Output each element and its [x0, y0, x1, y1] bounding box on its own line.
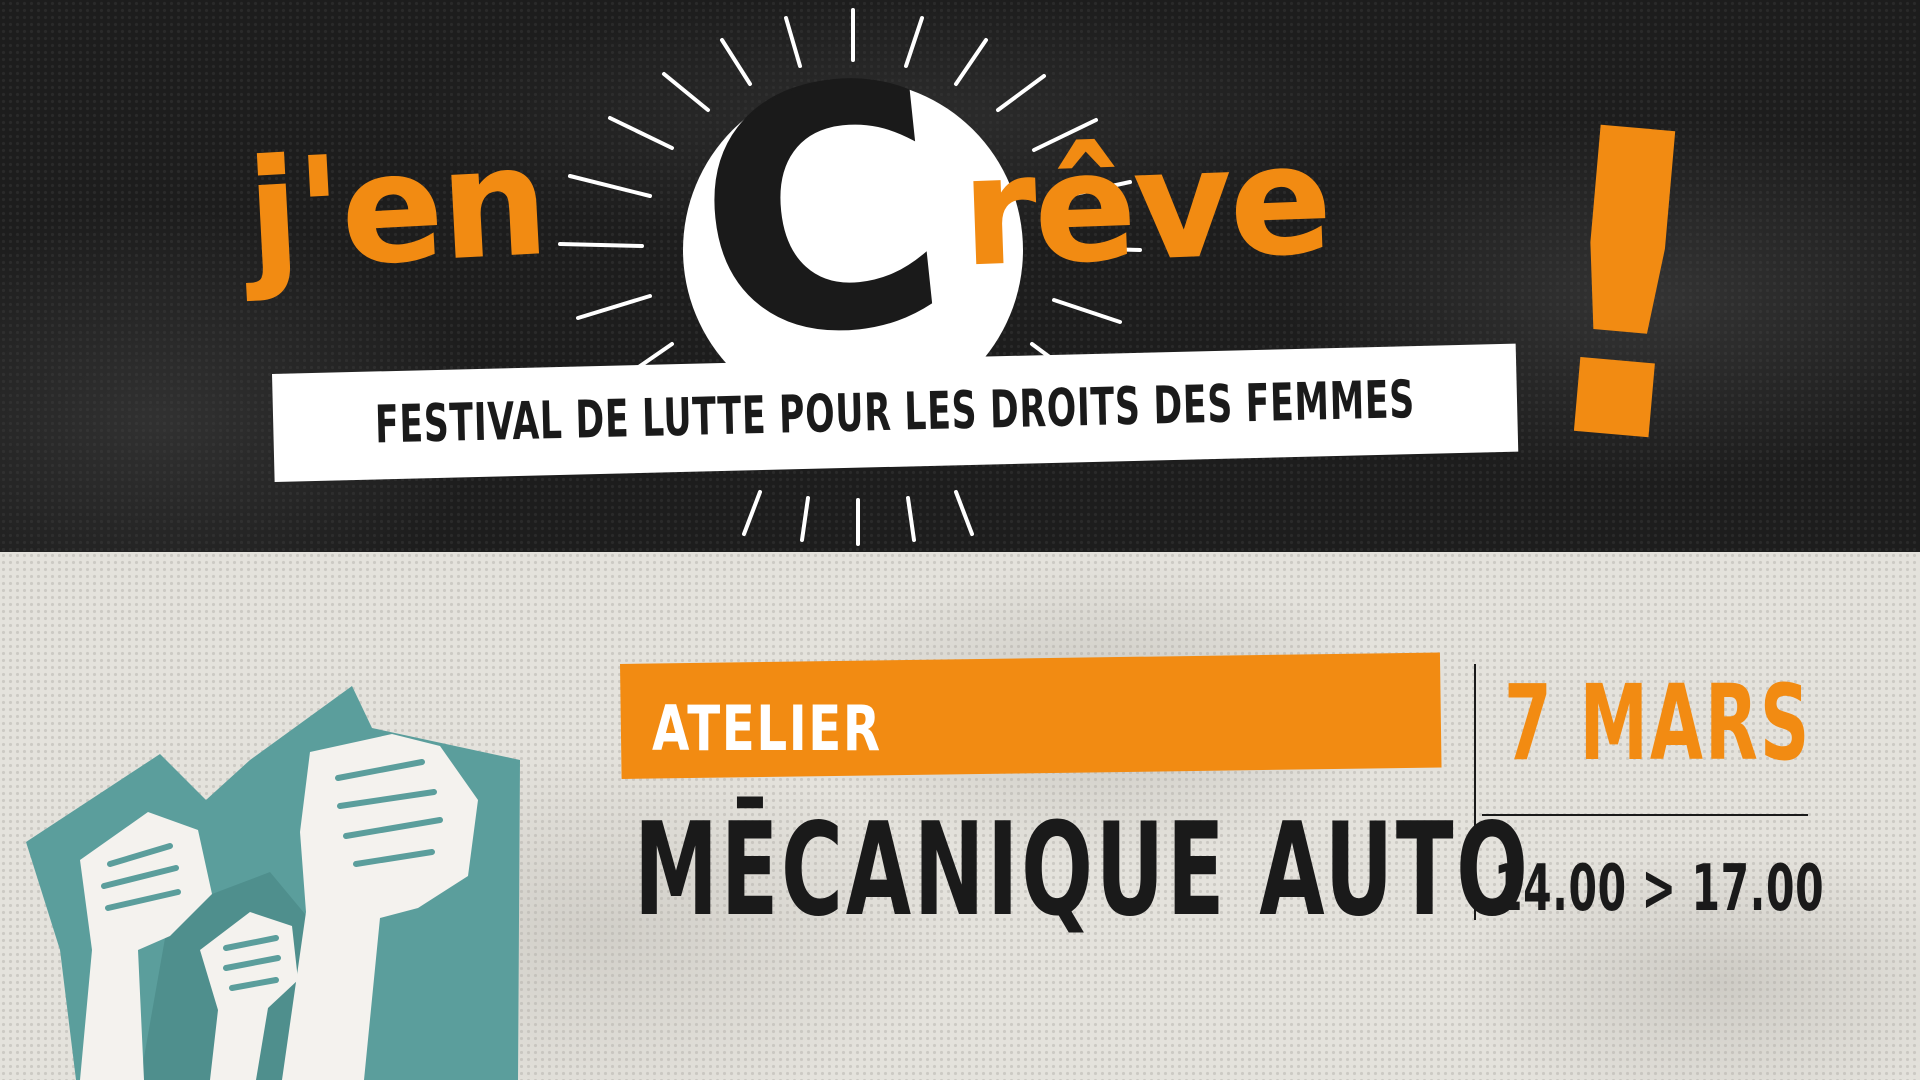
logo-exclamation: !	[1507, 37, 1741, 542]
subtitle-text: FESTIVAL DE LUTTE POUR LES DROITS DES FE…	[374, 370, 1416, 456]
event-time: 14.00 > 17.00	[1494, 852, 1825, 926]
logo-text-right: rêve	[959, 113, 1333, 301]
event-type-label: ATELIER	[652, 692, 882, 765]
logo-text-left: j'en	[243, 114, 551, 304]
raised-fists-icon	[26, 686, 520, 1080]
event-date: 7 MARS	[1504, 662, 1812, 784]
logo-big-c: C	[680, 8, 963, 417]
vertical-divider	[1474, 664, 1476, 920]
event-title: MĒCANIQUE AUTO	[634, 796, 1531, 945]
horizontal-divider	[1482, 814, 1808, 816]
